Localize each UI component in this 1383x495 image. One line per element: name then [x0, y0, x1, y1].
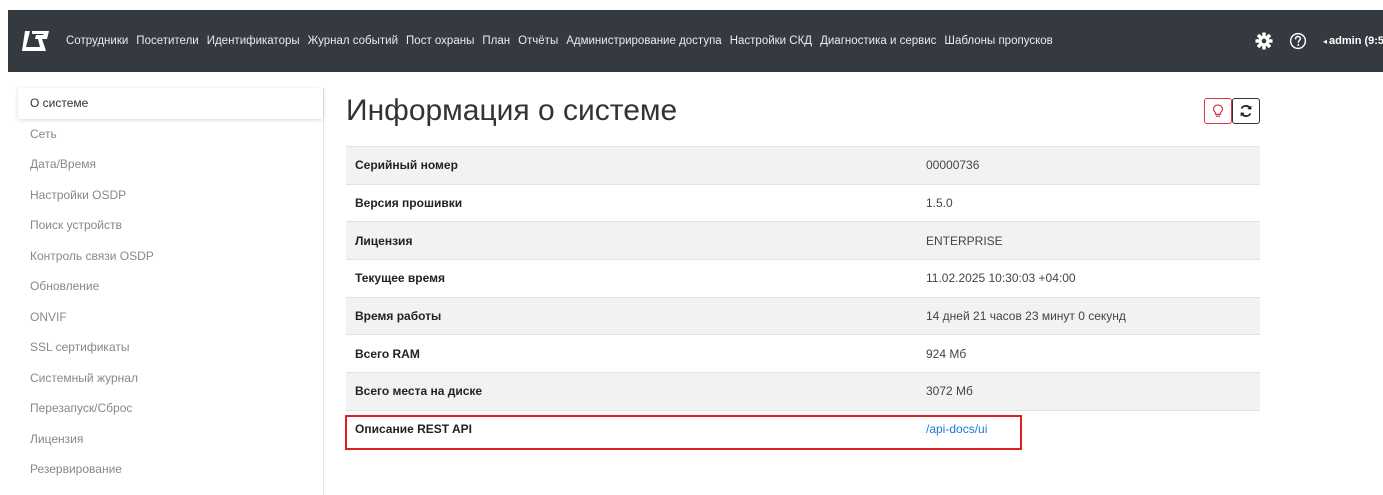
sidebar-item-ssl-certificates[interactable]: SSL сертификаты — [18, 332, 323, 363]
menu-item-visitors[interactable]: Посетители — [132, 35, 202, 47]
refresh-button[interactable] — [1232, 98, 1260, 124]
row-value: 1.5.0 — [917, 183, 1260, 222]
sidebar-item-osdp-link-control[interactable]: Контроль связи OSDP — [18, 241, 323, 272]
navbar-right: ◂admin (9:57 — [1255, 10, 1383, 72]
menu-item-access-admin[interactable]: Администрирование доступа — [562, 35, 725, 47]
help-circle-icon[interactable] — [1289, 32, 1307, 50]
row-label: Всего RAM — [346, 334, 917, 373]
table-row: Версия прошивки 1.5.0 — [346, 183, 1260, 222]
row-value: 924 Мб — [917, 334, 1260, 373]
row-label: Текущее время — [346, 259, 917, 298]
table-row: Время работы 14 дней 21 часов 23 минут 0… — [346, 296, 1260, 335]
system-info-table: Серийный номер 00000736 Версия прошивки … — [346, 146, 1260, 448]
lightbulb-icon — [1212, 104, 1224, 117]
row-label: Версия прошивки — [346, 183, 917, 222]
sidebar-item-device-search[interactable]: Поиск устройств — [18, 210, 323, 241]
menu-item-reports[interactable]: Отчёты — [514, 35, 562, 47]
sidebar-item-system-log[interactable]: Системный журнал — [18, 363, 323, 394]
sidebar-item-license[interactable]: Лицензия — [18, 424, 323, 455]
sidebar-item-restart-reset[interactable]: Перезапуск/Сброс — [18, 393, 323, 424]
table-row: Описание REST API /api-docs/ui — [346, 409, 1260, 448]
row-value: 14 дней 21 часов 23 минут 0 секунд — [917, 296, 1260, 335]
table-row: Текущее время 11.02.2025 10:30:03 +04:00 — [346, 259, 1260, 298]
row-value: 3072 Мб — [917, 372, 1260, 411]
table-row: Серийный номер 00000736 — [346, 146, 1260, 185]
gear-icon[interactable] — [1255, 32, 1273, 50]
menu-item-security-post[interactable]: Пост охраны — [402, 35, 478, 47]
rest-api-docs-link[interactable]: /api-docs/ui — [926, 422, 987, 436]
row-label: Всего места на диске — [346, 372, 917, 411]
menu-item-acs-settings[interactable]: Настройки СКД — [726, 35, 816, 47]
sidebar-item-osdp-settings[interactable]: Настройки OSDP — [18, 180, 323, 211]
table-row: Всего RAM 924 Мб — [346, 334, 1260, 373]
table-row: Всего места на диске 3072 Мб — [346, 372, 1260, 411]
menu-item-identifiers[interactable]: Идентификаторы — [203, 35, 304, 47]
sidebar-item-datetime[interactable]: Дата/Время — [18, 149, 323, 180]
menu-item-plan[interactable]: План — [478, 35, 514, 47]
user-label: admin (9:57 — [1329, 35, 1383, 47]
hint-button[interactable] — [1204, 98, 1232, 124]
row-value: ENTERPRISE — [917, 221, 1260, 260]
row-value: 11.02.2025 10:30:03 +04:00 — [917, 259, 1260, 298]
row-label: Описание REST API — [346, 409, 917, 448]
refresh-icon — [1240, 105, 1252, 117]
sidebar-item-network[interactable]: Сеть — [18, 119, 323, 150]
row-label: Серийный номер — [346, 146, 917, 185]
table-row: Лицензия ENTERPRISE — [346, 221, 1260, 260]
sidebar-item-backup[interactable]: Резервирование — [18, 454, 323, 485]
row-value: 00000736 — [917, 146, 1260, 185]
row-label: Время работы — [346, 296, 917, 335]
menu-item-diagnostics[interactable]: Диагностика и сервис — [816, 35, 940, 47]
menu-item-pass-templates[interactable]: Шаблоны пропусков — [940, 35, 1056, 47]
page-title: Информация о системе — [346, 94, 678, 127]
sidebar-item-update[interactable]: Обновление — [18, 271, 323, 302]
menu-item-event-log[interactable]: Журнал событий — [304, 35, 402, 47]
menu-item-employees[interactable]: Сотрудники — [62, 35, 132, 47]
row-value: /api-docs/ui — [917, 409, 1260, 448]
top-navbar: Сотрудники Посетители Идентификаторы Жур… — [8, 10, 1383, 72]
sidebar-item-about[interactable]: О системе — [18, 88, 323, 119]
sidebar-item-onvif[interactable]: ONVIF — [18, 302, 323, 333]
app-logo-icon[interactable] — [22, 29, 50, 53]
main-menu: Сотрудники Посетители Идентификаторы Жур… — [62, 35, 1057, 47]
user-menu[interactable]: ◂admin (9:57 — [1323, 35, 1383, 47]
caret-left-icon: ◂ — [1323, 37, 1328, 46]
row-label: Лицензия — [346, 221, 917, 260]
sidebar: О системе Сеть Дата/Время Настройки OSDP… — [18, 88, 324, 495]
